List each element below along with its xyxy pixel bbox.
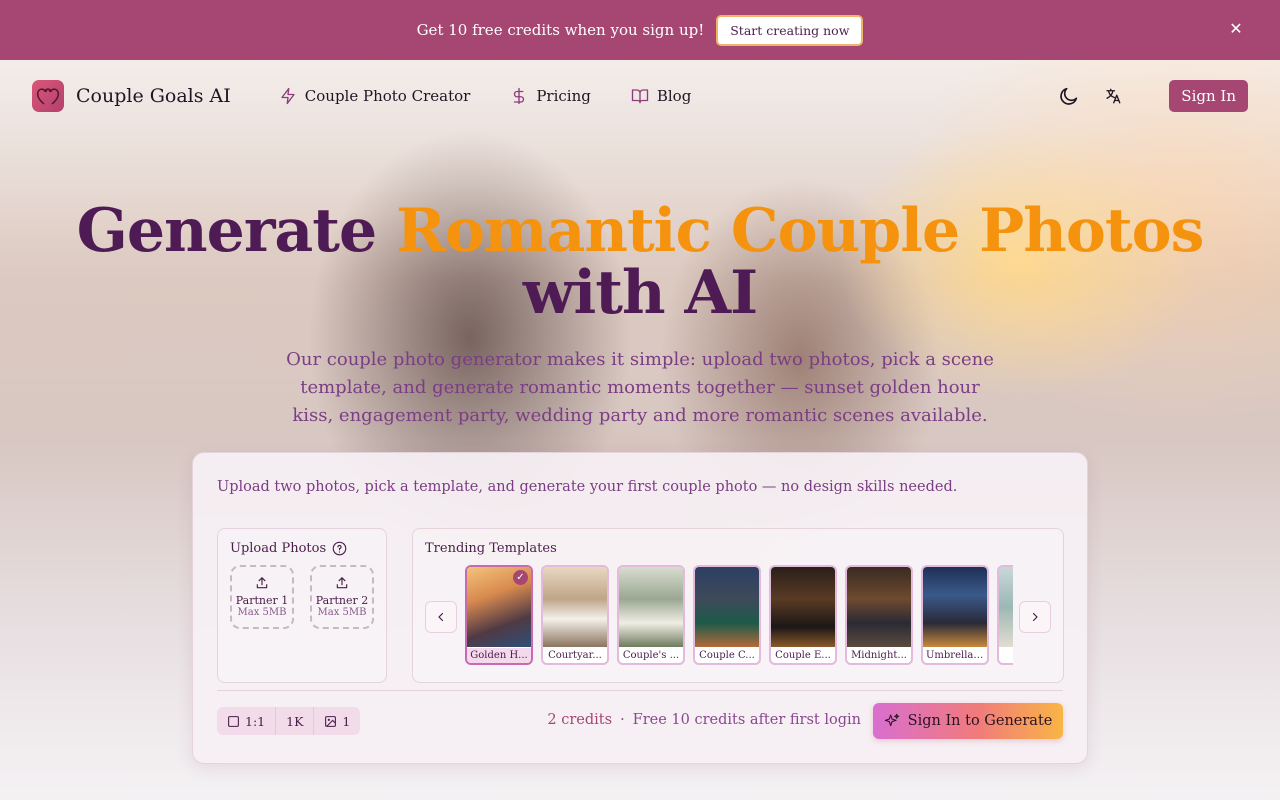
sign-in-button[interactable]: Sign In [1169,80,1248,112]
nav-label: Couple Photo Creator [304,87,471,105]
template-card[interactable]: Couple C... [693,565,761,665]
partner2-label: Partner 2 [315,593,369,607]
template-card[interactable]: Umbrella ... [921,565,989,665]
partner2-max: Max 5MB [317,606,367,618]
translate-icon [1106,88,1121,104]
template-thumbnail [543,567,607,647]
template-label: Golden H... [467,648,531,663]
partner1-upload[interactable]: Partner 1 Max 5MB [230,565,294,629]
banner-text: Get 10 free credits when you sign up! [416,21,705,39]
aspect-ratio-value: 1:1 [245,713,266,729]
upload-icon [336,576,348,588]
hero-title-part2: with AI [522,258,758,328]
image-count-value: 1 [342,713,351,729]
square-icon [228,715,239,727]
language-switcher[interactable] [1101,84,1125,108]
help-icon[interactable] [332,541,347,556]
templates-prev-button[interactable] [425,601,457,633]
card-divider [217,690,1063,691]
site-header: Couple Goals AI Couple Photo Creator Pri… [0,60,1280,132]
hero-title: Generate Romantic Couple Photos with AI [0,200,1280,324]
templates-track: ✓ Golden H... Courtyar... Couple's ... C… [465,565,1013,669]
template-card[interactable]: ✓ Golden H... [465,565,533,665]
nav-pricing[interactable]: Pricing [510,87,591,105]
image-count-option[interactable]: 1 [314,707,360,735]
template-thumbnail [771,567,835,647]
templates-panel: Trending Templates ✓ Golden H... Courtya… [412,528,1064,683]
template-card[interactable]: Couple E... [769,565,837,665]
partner1-max: Max 5MB [237,606,287,618]
hearts-logo-icon [36,88,60,105]
partner1-label: Partner 1 [235,593,289,607]
template-thumbnail [999,567,1013,647]
image-icon [325,715,337,727]
moon-icon [1060,87,1078,105]
brand-logo[interactable] [32,80,64,112]
hero-section: Generate Romantic Couple Photos with AI … [0,200,1280,430]
template-thumbnail [847,567,911,647]
template-thumbnail [923,567,987,647]
start-creating-button[interactable]: Start creating now [716,14,864,46]
main-nav: Couple Photo Creator Pricing Blog [279,87,691,105]
close-icon[interactable]: ✕ [1228,21,1244,37]
nav-label: Blog [656,87,692,105]
resolution-option[interactable]: 1K [276,707,315,735]
upload-title-text: Upload Photos [230,541,327,556]
generate-label: Sign In to Generate [907,713,1053,729]
nav-label: Pricing [536,87,591,105]
promo-banner: Get 10 free credits when you sign up! St… [0,0,1280,60]
generation-options: 1:1 1K 1 [217,707,361,735]
template-label: Umbrella ... [926,650,987,661]
templates-title: Trending Templates [425,541,557,556]
upload-icon [256,576,268,588]
nav-couple-photo-creator[interactable]: Couple Photo Creator [279,87,471,105]
template-thumbnail [695,567,759,647]
chevron-left-icon [438,612,444,622]
lightning-icon [281,87,295,105]
template-card[interactable]: Courtyar... [541,565,609,665]
template-thumbnail [619,567,683,647]
credits-separator: · [620,712,625,728]
upload-panel: Upload Photos Partner 1 Max 5MB Partner … [217,528,387,683]
resolution-value: 1K [286,713,304,729]
dollar-icon [514,87,525,105]
credits-info: 2 credits · Free 10 credits after first … [547,712,861,728]
template-label: Couple's ... [622,650,680,661]
hero-title-accent: Romantic Couple Photos [396,196,1204,266]
sparkles-icon [884,713,899,727]
free-credits-note: Free 10 credits after first login [632,712,861,728]
aspect-ratio-option[interactable]: 1:1 [217,707,277,735]
templates-next-button[interactable] [1019,601,1051,633]
generator-card: Upload two photos, pick a template, and … [192,452,1088,764]
nav-blog[interactable]: Blog [631,87,691,105]
book-icon [631,89,649,104]
template-card[interactable]: Midnight... [845,565,913,665]
template-label: Couple E... [775,650,831,661]
upload-title: Upload Photos [230,541,347,556]
dark-mode-toggle[interactable] [1057,84,1081,108]
brand-name[interactable]: Couple Goals AI [76,85,231,107]
chevron-right-icon [1032,612,1038,622]
template-card[interactable]: Sh [997,565,1013,665]
partner2-upload[interactable]: Partner 2 Max 5MB [310,565,374,629]
template-label: Sh [999,648,1013,663]
credits-count: 2 credits [547,712,613,728]
card-intro: Upload two photos, pick a template, and … [217,479,958,495]
hero-subtitle: Our couple photo generator makes it simp… [286,349,994,426]
template-card[interactable]: Couple's ... [617,565,685,665]
sign-in-to-generate-button[interactable]: Sign In to Generate [873,703,1063,739]
template-label: Couple C... [699,650,755,661]
selected-check-icon: ✓ [513,570,528,585]
template-label: Midnight... [851,650,907,661]
hero-title-part1: Generate [76,196,397,266]
header-actions: Sign In [1057,80,1248,112]
template-label: Courtyar... [548,650,602,661]
